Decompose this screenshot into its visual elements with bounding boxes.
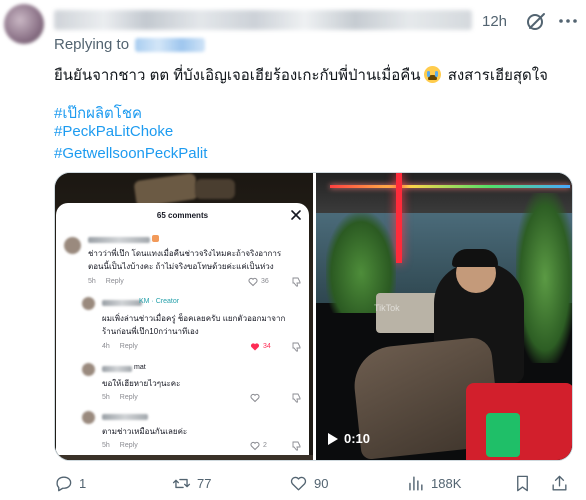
author-name-redacted[interactable] [54,10,472,30]
replying-to-label: Replying to [54,36,130,53]
tweet-text-main: ยืนยันจากชาว ตต ที่บังเอิญเจอเฮียร้องเกะ… [54,67,421,84]
comment-item: ช่าวว่าพี่เป๊ก โดนแทงเมื่อคืนช่าวจริงไหม… [64,235,304,287]
video-scene [486,413,520,457]
author-avatar[interactable] [4,4,44,44]
comment-meta: 5h Reply [102,442,138,449]
dislike-icon [292,393,301,403]
replying-to-line: Replying to [54,36,206,53]
screenshot-image[interactable]: 65 comments ช่าวว่าพี่เป๊ก โดนแทงเมื่อคื… [55,173,313,460]
comment-age: 5h [88,278,96,285]
dislike-icon [292,277,301,287]
reply-label: Reply [119,442,138,449]
comments-count-title: 65 comments [156,211,209,220]
tweet-actions-bar: 1 77 90 188K [54,474,580,496]
loudly-crying-face-icon [423,66,441,83]
comment-meta: 5h Reply [88,278,124,285]
reply-button[interactable]: 1 [54,474,86,493]
comment-text: ช่าวว่าพี่เป๊ก โดนแทงเมื่อคืนช่าวจริงไหม… [88,249,282,258]
views-chart-icon [409,476,423,491]
more-options-icon[interactable] [556,9,580,33]
like-button[interactable]: 90 [289,474,328,493]
heart-icon [290,476,307,491]
views-count: 188K [431,476,462,491]
comment-age: 5h [102,394,110,401]
comment-item: ตามช่าวเหมือนกันเลยค่ะ 5h Reply 2 [82,411,304,451]
hashtag-link[interactable]: #เป๊กผลิตโชค [54,101,142,125]
heart-outline-icon [248,277,258,287]
comment-like-count: 34 [263,343,271,350]
hashtag-link[interactable]: #PeckPaLitChoke [54,123,173,140]
comment-text: ขอให้เฮียหายไวๆนะคะ [102,379,181,388]
commenter-avatar [82,363,95,376]
video-scene [396,173,402,263]
commenter-avatar [64,237,81,254]
creator-tag: KM · Creator [139,298,180,305]
video-watermark: TikTok [374,303,400,313]
tweet-text-suffix: สงสารเฮียสุดใจ [443,67,548,84]
views-button[interactable]: 188K [406,474,461,493]
video-duration-label: 0:10 [344,431,371,446]
heart-outline-icon [250,441,260,451]
comment-like-count: 2 [263,442,267,449]
comment-age: 4h [102,343,110,350]
tiktok-comments-panel: 65 comments ช่าวว่าพี่เป๊ก โดนแทงเมื่อคื… [56,203,309,459]
bookmark-icon[interactable] [513,474,532,493]
comment-meta: 4h Reply [102,343,138,350]
comment-text: ตามช่าวเหมือนกันเลยค่ะ [102,427,188,436]
reply-icon [56,476,72,492]
video-duration[interactable]: 0:10 [328,431,370,446]
comment-text: ผมเพิ่งล่านช่าวเมื่อครู่ ช็อคเลยครับ แยก… [102,314,286,323]
replying-to-handle-redacted[interactable] [135,37,206,52]
play-icon[interactable] [328,432,338,445]
close-icon [291,210,301,220]
commenter-name-redacted [102,300,142,306]
comment-item: KM · Creator ผมเพิ่งล่านช่าวเมื่อครู่ ช็… [82,297,304,352]
repost-count: 77 [197,476,212,491]
video-scene [452,249,498,267]
video-scene [330,185,570,188]
media-container[interactable]: 65 comments ช่าวว่าพี่เป๊ก โดนแทงเมื่อคื… [54,172,573,461]
dislike-icon [292,441,301,451]
comment-meta: 5h Reply [102,394,138,401]
video-player[interactable]: TikTok 0:10 [316,173,572,460]
repost-icon [172,478,191,489]
background-decor [55,455,313,460]
comment-text: ตอนนี้เป็นไงบ้างคะ ถ้าไม่จริงขอโทษด้วยค่… [88,262,274,271]
heart-outline-icon [250,393,260,403]
reply-label: Reply [119,343,138,350]
like-count: 90 [314,476,329,491]
comment-like-count: 36 [261,278,269,285]
dislike-icon [292,342,301,352]
commenter-name-redacted [88,237,150,243]
tweet-text: ยืนยันจากชาว ตต ที่บังเอิญเจอเฮียร้องเกะ… [54,63,548,87]
comment-text: ร้านก่อนพี่เป๊ก10กว่านาทีเอง [102,327,199,336]
badge-icon [152,235,159,242]
reply-count: 1 [79,476,87,491]
heart-filled-icon [250,343,260,351]
repost-button[interactable]: 77 [172,474,211,493]
commenter-name-redacted [102,366,132,372]
commenter-name-partial: mat [134,364,146,371]
share-icon[interactable] [550,474,569,493]
background-decor [195,179,235,199]
tweet-timestamp[interactable]: 12h [482,13,507,30]
hashtag-link[interactable]: #GetwellsoonPeckPalit [54,145,207,162]
commenter-avatar [82,297,95,310]
commenter-avatar [82,411,95,424]
reply-label: Reply [105,278,124,285]
comment-item: mat ขอให้เฮียหายไวๆนะคะ 5h Reply [82,363,304,403]
commenter-name-redacted [102,414,148,420]
comment-age: 5h [102,442,110,449]
video-scene [516,193,572,363]
reply-label: Reply [119,394,138,401]
grok-icon[interactable] [524,9,548,33]
